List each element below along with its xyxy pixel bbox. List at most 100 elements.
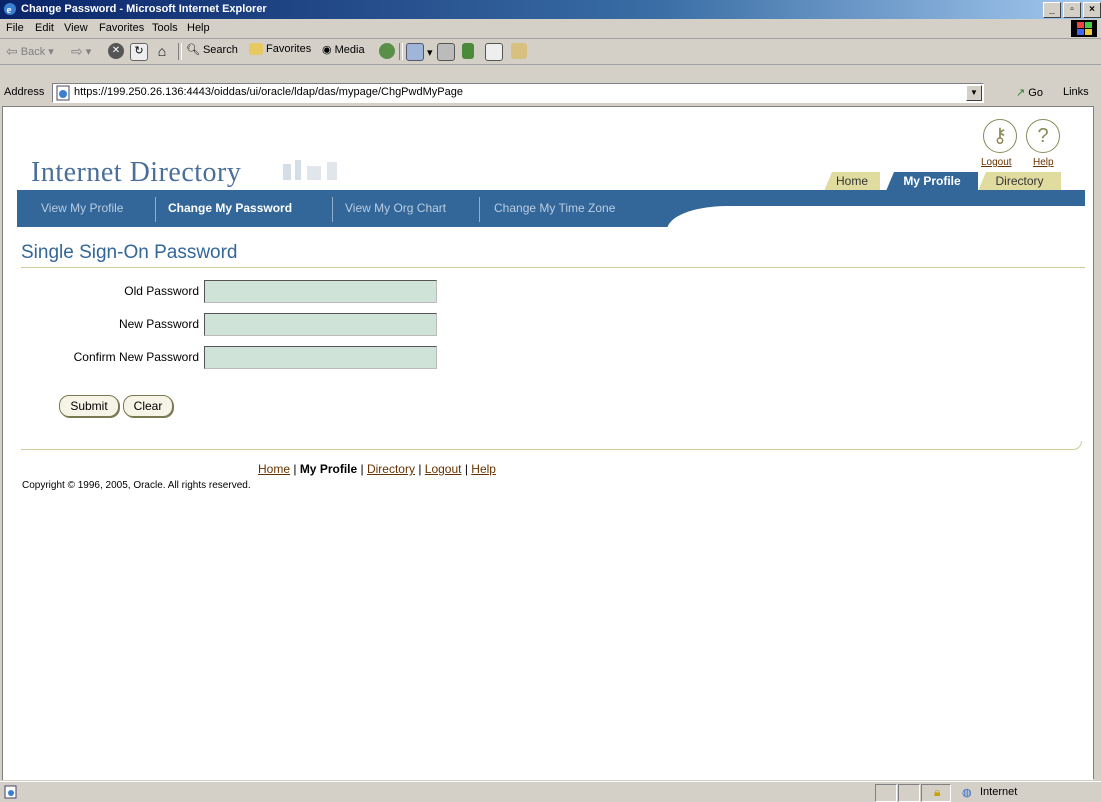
page-viewport: Internet Directory ⚷ Logout ? Help Home … [2,106,1093,780]
address-url: https://199.250.26.136:4443/oiddas/ui/or… [74,86,463,98]
logout-link[interactable]: Logout [981,157,1012,168]
brand-decoration-graphic [283,160,337,180]
back-label: Back [20,45,46,58]
links-button[interactable]: Links [1063,86,1089,98]
submit-button[interactable]: Submit [59,395,119,417]
footer-link-directory[interactable]: Directory [367,462,415,476]
menu-edit[interactable]: Edit [35,22,54,34]
page-icon [56,85,70,101]
address-bar: Address https://199.250.26.136:4443/oidd… [0,82,1101,104]
help-link[interactable]: Help [1033,157,1054,168]
stop-icon: ✕ [108,43,124,59]
maximize-button[interactable]: ▫ [1063,2,1081,18]
svg-text:e: e [7,4,12,16]
tab-home[interactable]: Home [824,172,880,191]
messenger-icon [511,43,527,59]
confirm-password-label: Confirm New Password [73,350,199,364]
menu-favorites[interactable]: Favorites [99,22,144,34]
footer-link-help[interactable]: Help [471,462,496,476]
footer-link-logout[interactable]: Logout [425,462,462,476]
logout-key-icon[interactable]: ⚷ [983,119,1017,153]
new-password-field[interactable] [204,313,437,336]
search-icon: 🔍︎ [186,44,200,56]
vertical-scrollbar[interactable] [1093,106,1101,779]
print-button[interactable] [437,43,455,61]
page-status-icon [4,785,17,799]
brand-logo: Internet Directory [31,157,242,188]
discuss-button[interactable] [485,43,503,61]
chevron-down-icon: ▾ [48,46,54,58]
subtab-view-my-profile[interactable]: View My Profile [41,201,123,215]
edit-button[interactable] [462,43,474,59]
footer-current-my-profile: My Profile [299,462,358,476]
footer-link-home[interactable]: Home [258,462,290,476]
stop-button[interactable]: ✕ [108,43,124,59]
history-icon [379,43,395,59]
minimize-button[interactable]: _ [1043,2,1061,18]
help-question-icon[interactable]: ? [1026,119,1060,153]
window-controls: _ ▫ × [1043,2,1101,18]
footer-divider [21,441,1082,450]
clear-button[interactable]: Clear [123,395,173,417]
go-button[interactable]: ↗ Go [1016,86,1043,99]
favorites-button[interactable]: Favorites [249,43,311,55]
internet-explorer-icon: e [4,3,16,16]
menu-file[interactable]: File [6,22,24,34]
home-button[interactable]: ⌂ [154,43,170,59]
menu-view[interactable]: View [64,22,88,34]
new-password-label: New Password [118,317,199,331]
back-button[interactable]: ⇦ Back ▾ [6,43,54,60]
home-icon: ⌂ [157,43,167,59]
footer-navigation: Home | My Profile | Directory | Logout |… [258,462,496,476]
menu-bar: File Edit View Favorites Tools Help [0,19,1101,39]
close-button[interactable]: × [1083,2,1101,18]
address-label: Address [4,86,45,98]
subtab-change-my-time-zone[interactable]: Change My Time Zone [494,201,615,215]
media-button[interactable]: ◉ Media [322,43,365,57]
heading-divider [21,267,1085,268]
search-button[interactable]: 🔍︎ Search [186,43,238,57]
lock-icon: 🔒︎ [934,785,941,799]
copyright-text: Copyright © 1996, 2005, Oracle. All righ… [22,480,251,491]
media-icon: ◉ [322,44,332,56]
subtab-view-my-org-chart[interactable]: View My Org Chart [345,201,446,215]
address-dropdown-button[interactable]: ▼ [966,85,982,101]
status-bar: 🔒︎ ◍ Internet [0,781,1101,802]
forward-arrow-icon: ⇨ [71,43,83,59]
window-title: Change Password - Microsoft Internet Exp… [21,3,267,15]
chevron-down-icon: ▾ [85,46,92,58]
windows-logo-icon [1071,20,1097,37]
back-arrow-icon: ⇦ [6,43,18,59]
old-password-label: Old Password [124,284,199,298]
menu-help[interactable]: Help [187,22,210,34]
history-button[interactable] [379,43,395,59]
mail-button[interactable]: ▾ [406,43,433,61]
old-password-field[interactable] [204,280,437,303]
address-input[interactable]: https://199.250.26.136:4443/oiddas/ui/or… [52,83,984,103]
favorites-label: Favorites [266,43,312,55]
window-title-bar[interactable]: e Change Password - Microsoft Internet E… [0,0,1101,19]
chevron-down-icon: ▾ [427,46,433,59]
search-label: Search [202,43,238,56]
subtab-change-my-password[interactable]: Change My Password [168,201,292,215]
print-icon [437,43,455,61]
mail-icon [406,43,424,61]
security-zone-label: Internet [980,786,1018,798]
confirm-password-field[interactable] [204,346,437,369]
discuss-icon [485,43,503,61]
refresh-button[interactable]: ↻ [130,43,148,61]
sub-navigation-bar: View My Profile Change My Password View … [17,190,1093,230]
forward-button[interactable]: ⇨ ▾ [71,43,91,60]
messenger-button[interactable] [511,43,527,59]
go-arrow-icon: ↗ [1016,87,1026,99]
menu-tools[interactable]: Tools [152,22,178,34]
refresh-icon: ↻ [130,43,148,61]
browser-toolbar: ⇦ Back ▾ ⇨ ▾ ✕ ↻ ⌂ 🔍︎ Search Favorites ◉… [0,39,1101,65]
tab-my-profile[interactable]: My Profile [886,172,978,191]
page-title: Single Sign-On Password [21,242,238,263]
media-label: Media [334,43,365,56]
tab-directory[interactable]: Directory [978,172,1061,191]
edit-icon [462,43,474,59]
go-label: Go [1028,87,1043,99]
internet-zone-icon: ◍ [962,787,972,799]
